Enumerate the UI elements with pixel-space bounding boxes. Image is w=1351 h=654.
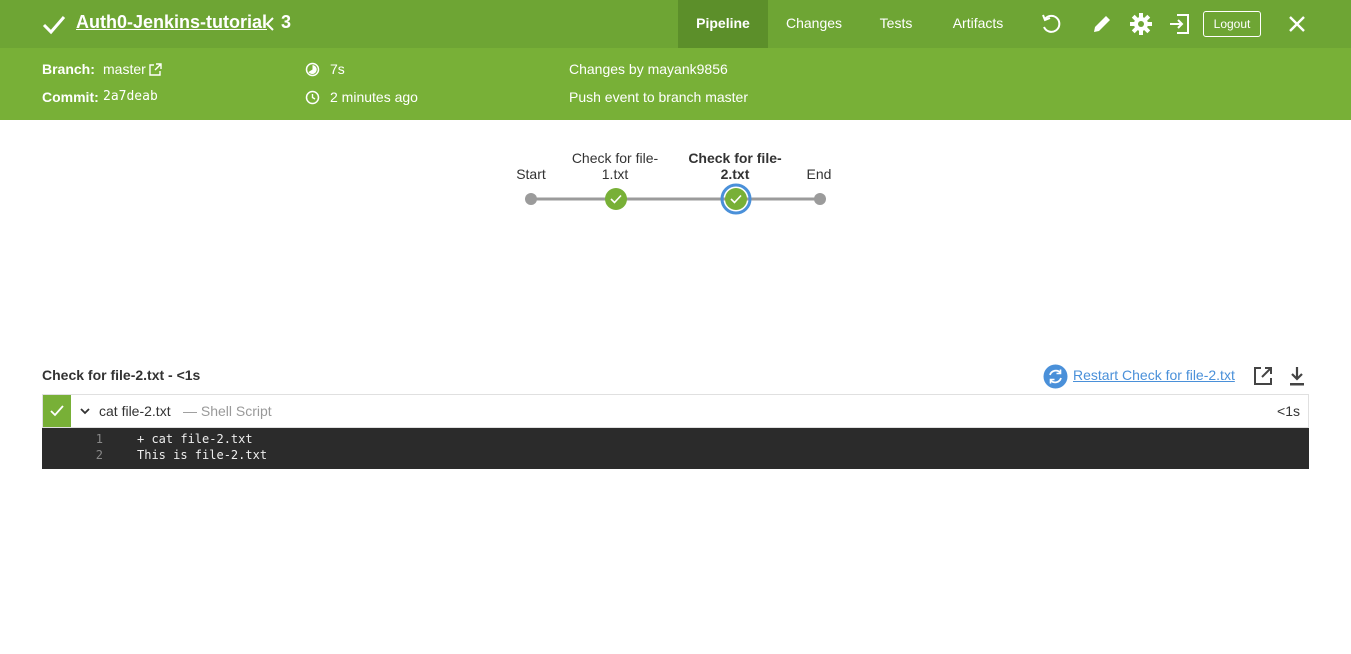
log-line: 2 This is file-2.txt [42, 447, 1309, 463]
run-number: 3 [281, 12, 292, 32]
changes-by: Changes by mayank9856 [569, 61, 728, 77]
top-header: Auth0-Jenkins-tutorial 3 Pipeline Change… [0, 0, 1351, 48]
stage-node-file-2[interactable] [725, 188, 747, 210]
pipeline-graph-svg [525, 183, 826, 215]
branch-link[interactable]: master [103, 61, 146, 77]
clock-icon [305, 90, 320, 105]
commit-label: Commit: [42, 89, 99, 105]
run-time-ago: 2 minutes ago [330, 89, 418, 105]
download-icon[interactable] [1286, 365, 1308, 387]
branch-label: Branch: [42, 61, 95, 77]
step-status-success [43, 395, 71, 427]
tab-changes[interactable]: Changes [778, 0, 850, 48]
logout-button[interactable]: Logout [1203, 11, 1261, 37]
stage-node-start[interactable] [525, 193, 537, 205]
check-icon [50, 405, 64, 417]
stage-node-file-1[interactable] [605, 188, 627, 210]
pipeline-graph: Start Check for file-1.txt Check for fil… [0, 120, 1351, 260]
log-line-number: 1 [95, 432, 103, 446]
run-duration: 7s [330, 61, 345, 77]
log-line: 1 + cat file-2.txt [42, 431, 1309, 447]
chevron-left-icon [265, 17, 274, 31]
commit-hash: 2a7deab [103, 89, 158, 104]
gear-icon[interactable] [1129, 12, 1153, 36]
edit-icon[interactable] [1090, 12, 1114, 36]
log-line-number: 2 [95, 448, 103, 462]
tab-tests[interactable]: Tests [872, 0, 920, 48]
replay-icon[interactable] [1039, 12, 1063, 36]
tab-pipeline[interactable]: Pipeline [678, 0, 768, 48]
external-link-icon[interactable] [149, 63, 162, 76]
step-duration: <1s [1277, 403, 1300, 419]
tab-artifacts[interactable]: Artifacts [944, 0, 1012, 48]
duration-icon [305, 62, 320, 77]
run-details-bar: Branch: master Commit: 2a7deab 7s 2 minu… [0, 48, 1351, 120]
step-title: Check for file-2.txt - <1s [42, 367, 201, 383]
stage-node-end[interactable] [814, 193, 826, 205]
restart-icon[interactable] [1043, 364, 1068, 389]
restart-stage-link[interactable]: Restart Check for file-2.txt [1073, 367, 1235, 383]
step-row[interactable]: cat file-2.txt — Shell Script <1s [42, 394, 1309, 428]
chevron-down-icon[interactable] [79, 405, 91, 417]
log-line-text: This is file-2.txt [137, 448, 268, 462]
close-icon[interactable] [1285, 12, 1309, 36]
step-type: — Shell Script [183, 403, 272, 419]
step-name: cat file-2.txt [99, 403, 171, 419]
log-line-text: + cat file-2.txt [137, 432, 253, 446]
exit-icon[interactable] [1167, 12, 1191, 36]
success-check-icon [42, 16, 66, 35]
open-in-new-window-icon[interactable] [1252, 365, 1274, 387]
run-title-link[interactable]: Auth0-Jenkins-tutorial [76, 12, 267, 33]
run-cause: Push event to branch master [569, 89, 748, 105]
step-log: 1 + cat file-2.txt 2 This is file-2.txt [42, 428, 1309, 469]
